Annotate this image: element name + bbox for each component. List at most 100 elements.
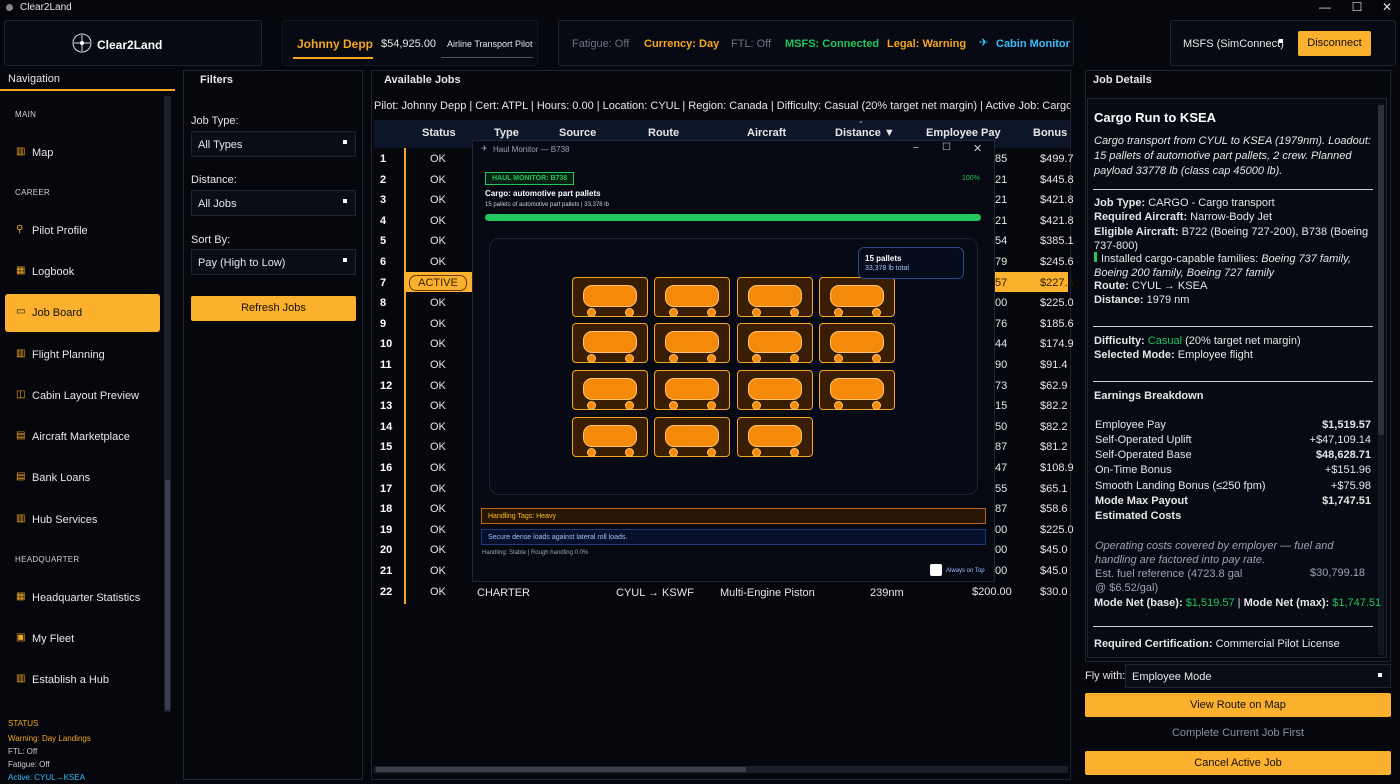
sidebar-item-hq-statistics[interactable]: ▦ Headquarter Statistics — [5, 580, 160, 616]
row-bonus: $108.9 — [1040, 462, 1074, 474]
row-employee-pay: 90 — [995, 359, 1008, 371]
app-logo-text: Clear2Land — [97, 38, 163, 52]
folder-icon: ▭ — [16, 306, 26, 317]
row-status[interactable]: OK — [430, 338, 446, 350]
row-status[interactable]: OK — [430, 359, 446, 371]
sidebar-item-bank-loans[interactable]: ▤ Bank Loans — [5, 460, 160, 496]
view-route-button[interactable]: View Route on Map — [1085, 693, 1391, 717]
nav-title: Navigation — [8, 73, 60, 85]
disconnect-button[interactable]: Disconnect — [1298, 31, 1371, 56]
row-number: 5 — [380, 235, 387, 247]
col-status[interactable]: Status — [422, 127, 456, 139]
pallet-icon[interactable] — [654, 370, 730, 410]
job-type-select[interactable]: All Types — [191, 131, 356, 157]
details-scroll-thumb[interactable] — [1378, 105, 1384, 435]
fly-with-select[interactable]: Employee Mode — [1125, 664, 1391, 688]
pallet-icon[interactable] — [654, 277, 730, 317]
row-status[interactable]: OK — [430, 503, 446, 515]
col-employee-pay[interactable]: Employee Pay — [926, 127, 1001, 139]
row-status[interactable]: OK — [430, 297, 446, 309]
pallet-icon[interactable] — [572, 277, 648, 317]
row-accent — [404, 148, 406, 604]
sidebar-item-pilot-profile[interactable]: ⚲ Pilot Profile — [5, 213, 160, 249]
sidebar-scroll-thumb[interactable] — [165, 480, 170, 710]
close-button[interactable]: ✕ — [1372, 0, 1400, 14]
selected-mode-row: Selected Mode: Employee flight — [1094, 349, 1253, 361]
pallet-icon[interactable] — [737, 323, 813, 363]
complete-job-first-button[interactable]: Complete Current Job First — [1085, 727, 1391, 739]
col-source[interactable]: Source — [559, 127, 596, 139]
col-bonus[interactable]: Bonus — [1033, 127, 1067, 139]
sidebar-item-logbook[interactable]: ▦ Logbook — [5, 254, 160, 290]
row-status[interactable]: OK — [430, 194, 446, 206]
sidebar-item-job-board[interactable]: ▭ Job Board — [5, 294, 160, 332]
earnings-row: Smooth Landing Bonus (≤250 fpm) +$75.98 — [1095, 480, 1371, 492]
distance-select[interactable]: All Jobs — [191, 190, 356, 216]
row-status[interactable]: OK — [430, 256, 446, 268]
cabin-monitor-link[interactable]: Cabin Monitor — [996, 38, 1070, 50]
haul-maximize-button[interactable]: ☐ — [942, 142, 951, 153]
row-status[interactable]: OK — [430, 215, 446, 227]
row-status[interactable]: OK — [430, 462, 446, 474]
pallet-icon[interactable] — [819, 277, 895, 317]
jobs-h-scroll-thumb[interactable] — [376, 767, 746, 772]
row-status[interactable]: OK — [430, 544, 446, 556]
pallet-icon[interactable] — [737, 277, 813, 317]
row-number: 20 — [380, 544, 393, 556]
status-active-badge[interactable]: ACTIVE — [409, 275, 467, 291]
row-number: 16 — [380, 462, 393, 474]
currency-status: Currency: Day — [644, 38, 720, 50]
row-bonus: $82.2 — [1040, 421, 1068, 433]
minimize-button[interactable]: — — [1310, 0, 1340, 14]
col-aircraft[interactable]: Aircraft — [747, 127, 786, 139]
col-type[interactable]: Type — [494, 127, 519, 139]
row-22-aircraft: Multi-Engine Piston — [720, 587, 815, 599]
row-status[interactable]: OK — [430, 524, 446, 536]
row-status[interactable]: OK — [430, 441, 446, 453]
haul-close-button[interactable]: ✕ — [973, 142, 982, 155]
cancel-active-job-button[interactable]: Cancel Active Job — [1085, 751, 1391, 775]
sidebar-item-map[interactable]: ▥ Map — [5, 135, 160, 171]
sidebar-item-hub-services[interactable]: ▥ Hub Services — [5, 502, 160, 538]
row-bonus: $499.7 — [1040, 153, 1074, 165]
sort-label: Sort By: — [191, 234, 231, 246]
row-status[interactable]: OK — [430, 235, 446, 247]
row-number: 22 — [380, 586, 393, 598]
pallet-icon[interactable] — [819, 370, 895, 410]
row-status[interactable]: OK — [430, 421, 446, 433]
pallet-icon[interactable] — [654, 323, 730, 363]
row-bonus: $227.5 — [1040, 277, 1074, 289]
row-status[interactable]: OK — [430, 483, 446, 495]
refresh-jobs-button[interactable]: Refresh Jobs — [191, 296, 356, 321]
pilot-name[interactable]: Johnny Depp — [297, 37, 373, 51]
sidebar-item-aircraft-marketplace[interactable]: ▤ Aircraft Marketplace — [5, 419, 160, 455]
col-route[interactable]: Route — [648, 127, 679, 139]
row-status[interactable]: OK — [430, 174, 446, 186]
sidebar-item-establish-hub[interactable]: ▥ Establish a Hub — [5, 662, 160, 698]
sidebar-item-cabin-layout[interactable]: ◫ Cabin Layout Preview — [5, 378, 160, 414]
pallet-icon[interactable] — [572, 370, 648, 410]
row-status[interactable]: OK — [430, 318, 446, 330]
pallet-icon[interactable] — [654, 417, 730, 457]
earnings-row: Self-Operated Base $48,628.71 — [1095, 449, 1371, 461]
row-status[interactable]: OK — [430, 565, 446, 577]
pallet-icon[interactable] — [819, 323, 895, 363]
row-status[interactable]: OK — [430, 586, 446, 598]
pallet-icon[interactable] — [737, 370, 813, 410]
col-distance[interactable]: Distance ▼ — [835, 127, 895, 139]
sidebar-item-my-fleet[interactable]: ▣ My Fleet — [5, 621, 160, 657]
sidebar-item-flight-planning[interactable]: ▥ Flight Planning — [5, 337, 160, 373]
pallet-icon[interactable] — [572, 323, 648, 363]
status-title: STATUS — [8, 719, 39, 728]
always-on-top-checkbox[interactable] — [930, 564, 942, 576]
pallet-icon[interactable] — [737, 417, 813, 457]
row-status[interactable]: OK — [430, 153, 446, 165]
pallet-icon[interactable] — [572, 417, 648, 457]
row-status[interactable]: OK — [430, 380, 446, 392]
maximize-button[interactable]: ☐ — [1342, 0, 1372, 14]
haul-minimize-button[interactable]: – — [913, 142, 919, 153]
row-status[interactable]: OK — [430, 400, 446, 412]
sim-select[interactable]: MSFS (SimConnect) — [1177, 31, 1289, 57]
earnings-title: Earnings Breakdown — [1094, 390, 1204, 402]
sort-select[interactable]: Pay (High to Low) — [191, 249, 356, 275]
